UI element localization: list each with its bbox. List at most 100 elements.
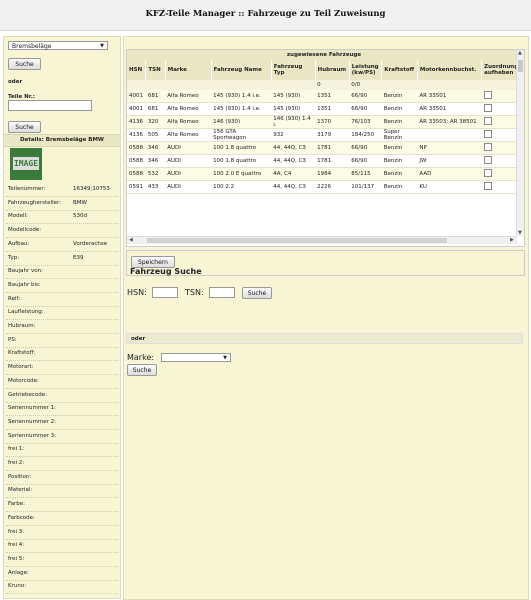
scroll-down-icon[interactable]: ▼ <box>518 230 522 236</box>
vehicle-table: zugewiesene Fahrzeuge HSN TSN Marke Fahr… <box>126 49 525 247</box>
detail-field-value: 16349;10753 <box>73 186 110 192</box>
scroll-left-icon[interactable]: ◀ <box>129 237 133 243</box>
marke-search-button[interactable]: Suche <box>127 364 157 376</box>
table-row: 4136 505 Alfa Romeo 156 GTA Sportwagon 932 31… <box>127 128 522 142</box>
vehicle-search-button[interactable]: Suche <box>242 287 272 299</box>
chevron-down-icon: ▼ <box>223 355 227 361</box>
detail-field-label: Motorcode: <box>8 377 39 384</box>
table-horizontal-scrollbar[interactable]: ◀ ▶ <box>127 236 517 244</box>
detail-field: Hubraum: <box>6 320 118 334</box>
table-row: 4136 320 Alfa Romeo 146 (930) 146 (930) 1.4 … <box>127 115 522 129</box>
unassign-checkbox[interactable] <box>483 130 492 138</box>
hsn-input[interactable] <box>152 287 178 298</box>
empty-hubraum: 0 <box>315 80 350 90</box>
hscroll-thumb[interactable] <box>147 238 447 243</box>
vehicle-search-heading: Fahrzeug Suche <box>130 267 202 276</box>
detail-field-label: Anlage: <box>8 569 29 576</box>
cell-fahrzeug-typ: 932 <box>271 128 316 142</box>
cell-motorkenn: NP <box>417 141 482 155</box>
left-panel: Bremsbeläge ▼ Suche oder Teile Nr.: Such… <box>3 36 121 599</box>
detail-field: Aufbau: Vorderachse <box>6 238 118 252</box>
cell-fahrzeug-typ: 4A, C4 <box>271 167 316 181</box>
detail-field: Farbe: <box>6 498 118 513</box>
chevron-down-icon: ▼ <box>100 43 104 49</box>
tsn-input[interactable] <box>209 287 235 298</box>
detail-field-label: Seriennummer 2: <box>8 418 56 425</box>
unassign-checkbox[interactable] <box>483 143 492 151</box>
cell-marke: Alfa Romeo <box>165 115 212 129</box>
scroll-right-icon[interactable]: ▶ <box>510 237 514 243</box>
cell-motorkenn: JW <box>417 154 482 168</box>
detail-field-label: Seriennummer 1: <box>8 405 56 412</box>
detail-field: frei 2: <box>6 457 118 471</box>
search-part-button[interactable]: Suche <box>8 121 41 133</box>
detail-field-label: Hubraum: <box>8 323 36 329</box>
cell-hubraum: 1984 <box>315 167 350 181</box>
col-motorkenn: Motorkennbuchst. <box>417 60 483 80</box>
detail-field-value: 530d <box>73 213 87 220</box>
detail-field-label: Laufleistung: <box>8 309 44 316</box>
cell-motorkenn: KU <box>417 180 482 194</box>
detail-field-label: Material: <box>8 487 33 494</box>
oder-label: oder <box>8 79 23 85</box>
unassign-checkbox[interactable] <box>483 104 492 112</box>
logo-text: IMAGE <box>13 157 39 170</box>
detail-field-label: PS: <box>8 336 17 343</box>
cell-motorkenn: AR 33501 <box>417 90 482 103</box>
cell-fahrzeug-name: 100 2.2 <box>211 180 272 194</box>
detail-field: Reif: <box>6 293 118 307</box>
detail-field-label: Getriebecode: <box>8 391 47 398</box>
unassign-checkbox[interactable] <box>483 156 492 164</box>
detail-field-label: Reif: <box>8 295 21 302</box>
cell-fahrzeug-typ: 146 (930) 1.4 i. <box>271 115 316 129</box>
table-row: 4001 681 Alfa Romeo 145 (930) 1.4 i.e. 145 (… <box>127 90 522 103</box>
cell-marke: AUDI <box>165 167 212 181</box>
detail-field: Kruno: <box>6 580 118 595</box>
detail-field-label: frei 3: <box>8 528 25 535</box>
cell-tsn: 433 <box>145 180 166 194</box>
cell-leistung: 66/90 <box>349 102 382 116</box>
detail-field-label: Seriennummer 3: <box>8 432 56 439</box>
unassign-checkbox[interactable] <box>483 169 492 177</box>
detail-field-value: E39 <box>73 254 84 261</box>
cell-leistung: 101/137 <box>349 180 382 194</box>
unassign-checkbox[interactable] <box>483 91 492 99</box>
hsn-label: HSN: <box>127 288 147 297</box>
cell-hsn: 0588 <box>127 167 146 181</box>
table-vertical-scrollbar[interactable]: ▲ ▼ <box>516 50 524 236</box>
cell-fahrzeug-name: 156 GTA Sportwagon <box>211 128 272 142</box>
category-select-value: Bremsbeläge <box>12 43 52 50</box>
cell-marke: AUDI <box>165 154 212 168</box>
title-bar: KFZ-Teile Manager :: Fahrzeuge zu Teil Z… <box>0 0 531 31</box>
col-hsn: HSN <box>127 60 147 80</box>
cell-marke: Alfa Romeo <box>165 102 212 116</box>
cell-tsn: 681 <box>145 90 166 103</box>
details-header: Details: Bremsbeläge BMW <box>4 134 120 147</box>
col-marke: Marke <box>165 60 212 80</box>
detail-field-label: Fahrzeughersteller: <box>8 199 62 206</box>
detail-field-label: Kraftstoff: <box>8 350 36 357</box>
search-button[interactable]: Suche <box>8 58 41 70</box>
cell-marke: Alfa Romeo <box>165 90 212 103</box>
detail-field-label: Baujahr bis: <box>8 281 41 288</box>
detail-field: Motorcode: <box>6 375 118 389</box>
scroll-up-icon[interactable]: ▲ <box>518 50 522 56</box>
cell-kraftstoff: Benzin <box>381 180 418 194</box>
cell-hsn: 0588 <box>127 141 146 155</box>
detail-field: Seriennummer 3: <box>6 430 118 444</box>
table-row-empty: 0 0/0 <box>127 80 522 90</box>
detail-field-label: Motorart: <box>8 364 34 371</box>
marke-select[interactable]: ▼ <box>161 353 231 362</box>
part-number-input[interactable] <box>8 100 92 111</box>
cell-kraftstoff: Super Benzin <box>381 128 418 142</box>
category-select[interactable]: Bremsbeläge ▼ <box>8 41 108 50</box>
cell-leistung: 76/103 <box>349 115 382 129</box>
scroll-thumb[interactable] <box>518 60 523 72</box>
unassign-checkbox[interactable] <box>483 182 492 190</box>
cell-tsn: 346 <box>145 141 166 155</box>
cell-motorkenn: AAD <box>417 167 482 181</box>
unassign-checkbox[interactable] <box>483 117 492 125</box>
col-hubraum: Hubraum <box>315 60 350 80</box>
cell-kraftstoff: Benzin <box>381 115 418 129</box>
detail-field: Teilenummer: 16349;10753 <box>6 183 118 197</box>
